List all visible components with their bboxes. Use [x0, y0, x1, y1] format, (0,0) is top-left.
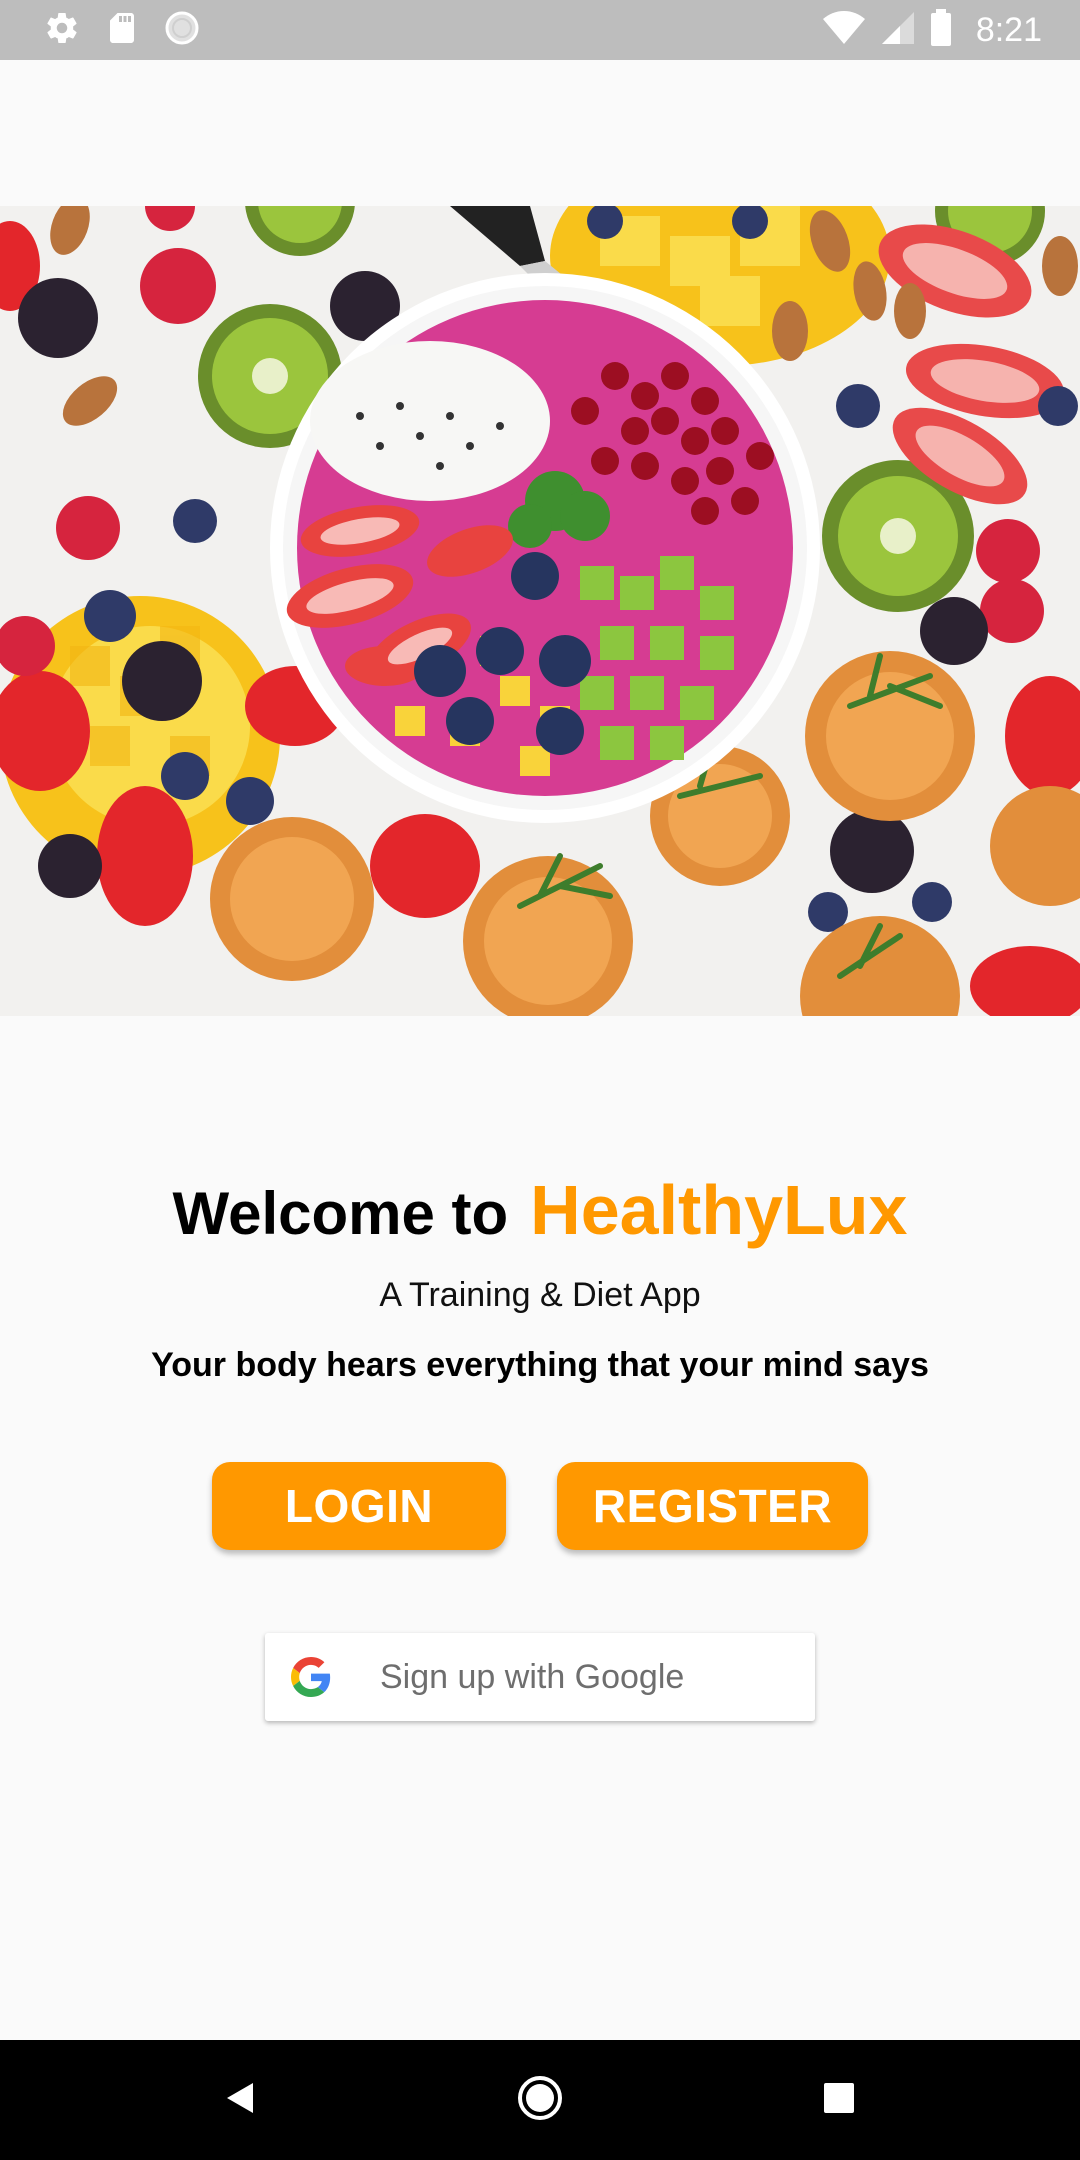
welcome-heading: Welcome to HealthyLux: [0, 1170, 1080, 1250]
login-button[interactable]: LOGIN: [212, 1462, 506, 1550]
google-signup-button[interactable]: Sign up with Google: [265, 1633, 815, 1721]
status-bar-right-icons: 8:21: [822, 8, 1042, 52]
system-nav-bar: [0, 2040, 1080, 2160]
sync-circle-icon: [164, 10, 200, 51]
status-bar: 8:21: [0, 0, 1080, 60]
google-logo-icon: [291, 1657, 331, 1697]
google-signup-label: Sign up with Google: [380, 1658, 685, 1696]
clock: 8:21: [975, 10, 1042, 49]
recents-icon: [822, 2081, 856, 2120]
settings-icon: [44, 10, 80, 51]
recents-button[interactable]: [779, 2040, 899, 2160]
app-subtitle: A Training & Diet App: [379, 1276, 701, 1314]
register-button[interactable]: REGISTER: [557, 1462, 868, 1550]
back-button[interactable]: [180, 2040, 300, 2160]
cellular-signal-icon: [880, 10, 916, 51]
home-button[interactable]: [480, 2040, 600, 2160]
welcome-prefix: Welcome to: [172, 1180, 509, 1247]
brand-name: HealthyLux: [530, 1171, 908, 1249]
hero-image: [0, 206, 1080, 1016]
battery-icon: [930, 8, 952, 52]
home-icon: [516, 2074, 564, 2127]
back-icon: [223, 2081, 257, 2120]
sd-card-icon: [106, 10, 138, 51]
wifi-icon: [822, 10, 866, 51]
tagline: Your body hears everything that your min…: [151, 1346, 929, 1384]
fruit-bowl-photo: [0, 206, 1080, 1016]
status-bar-left-icons: [44, 10, 200, 50]
